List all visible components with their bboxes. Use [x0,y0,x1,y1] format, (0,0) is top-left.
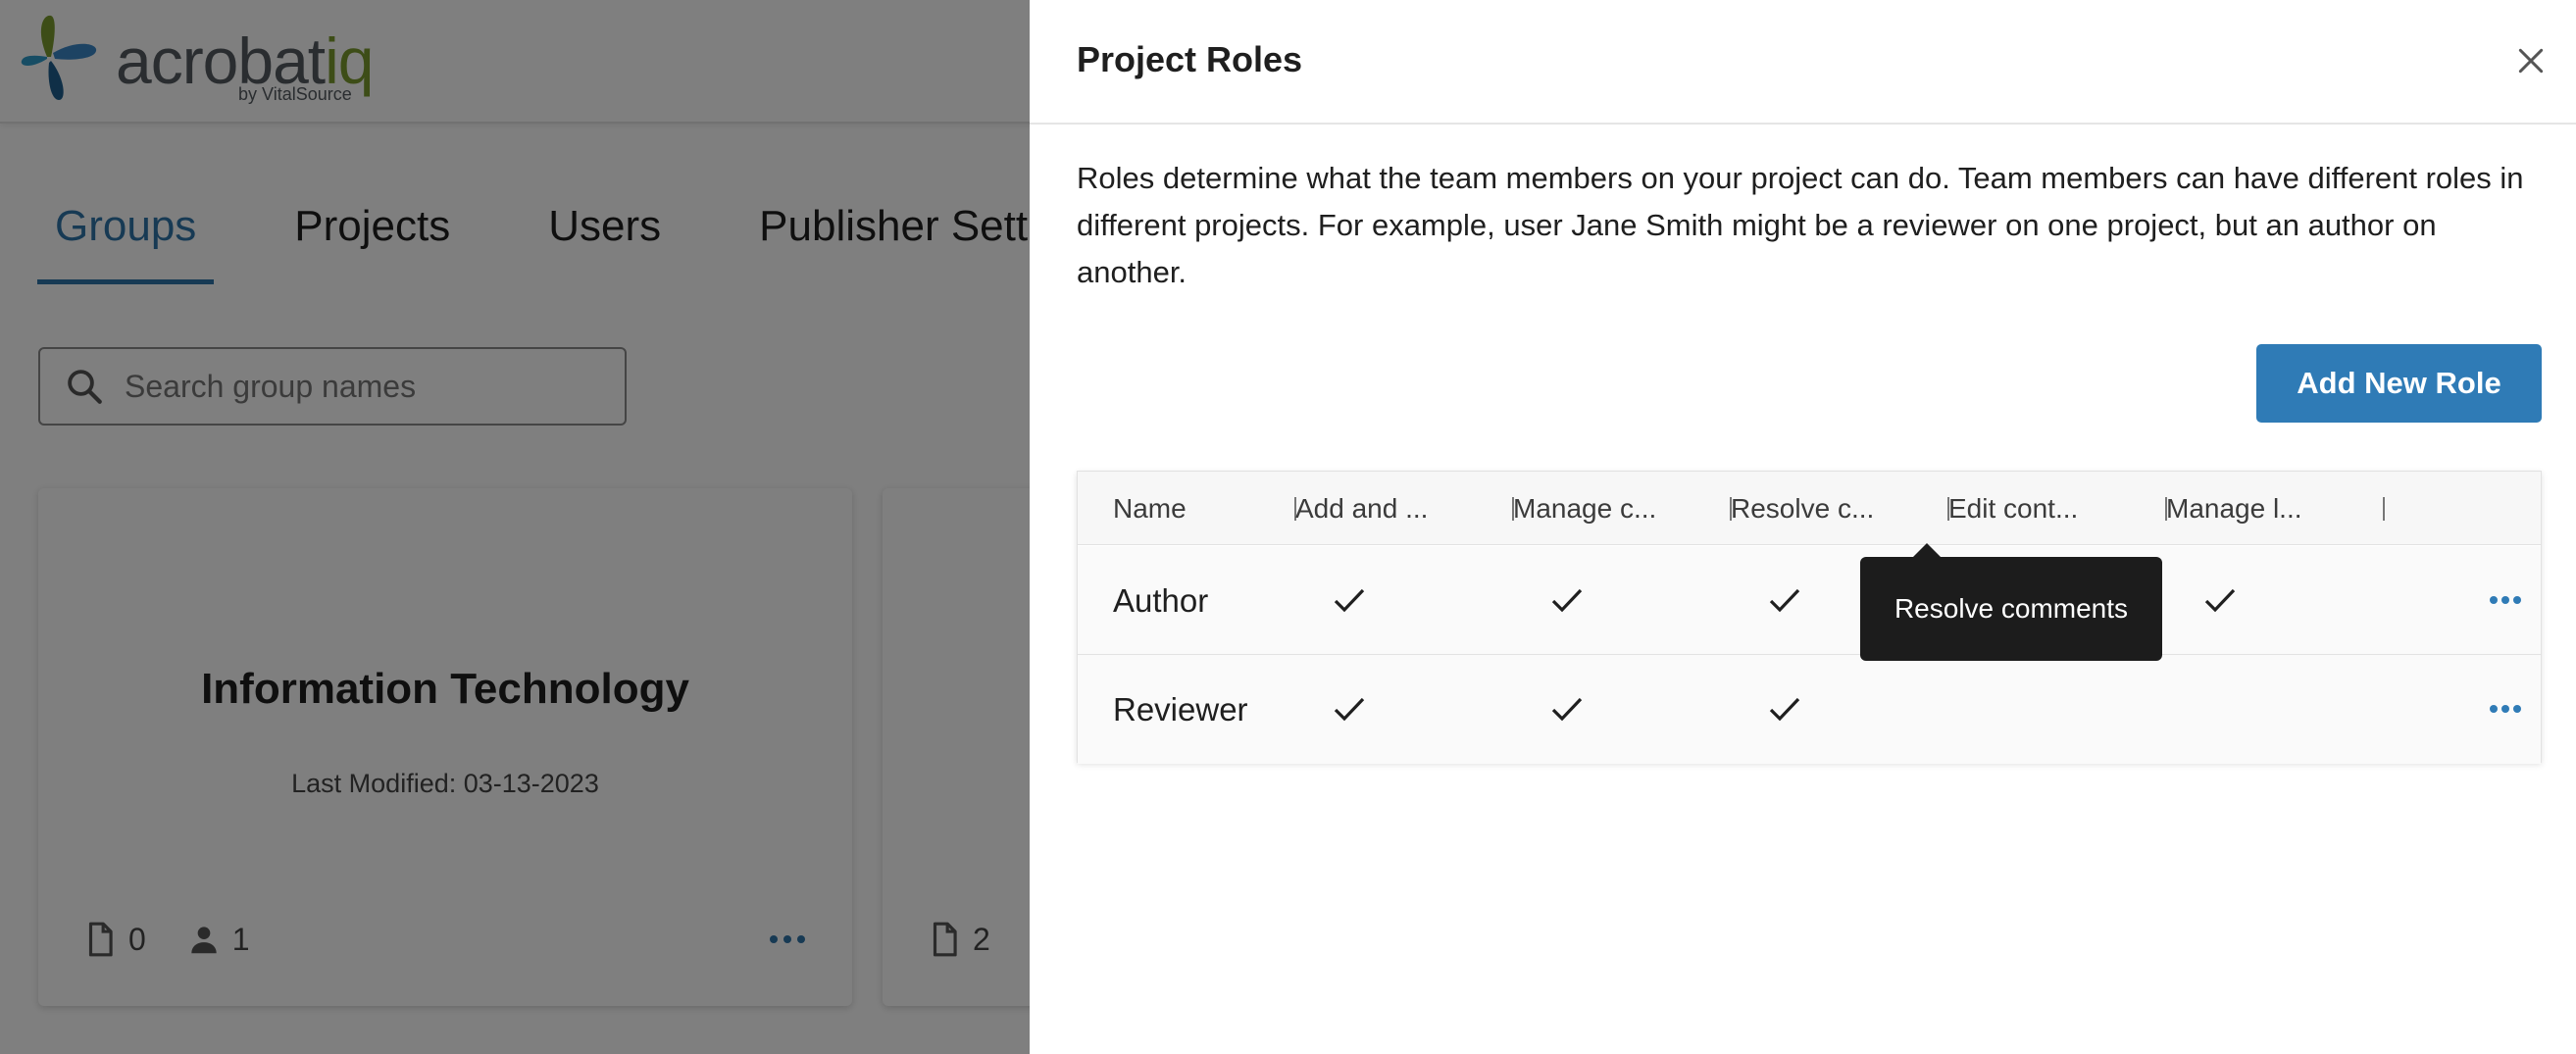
table-row[interactable]: Author [1078,546,2541,655]
role-name: Reviewer [1113,691,1248,728]
check-icon [1769,588,1800,613]
drawer-description: Roles determine what the team members on… [1077,161,2524,289]
check-icon [1769,697,1800,722]
add-new-role-button[interactable]: Add New Role [2256,344,2542,423]
column-header-resolve-c[interactable]: Resolve c... [1695,472,1874,545]
column-header-name[interactable]: Name [1078,472,1187,545]
more-horizontal-icon[interactable] [2488,698,2523,720]
check-icon [1334,588,1365,613]
check-icon [2204,588,2236,613]
column-header-add-and[interactable]: Add and ... [1260,472,1428,545]
check-icon [1551,588,1583,613]
table-header: Name Add and ... Manage c... Resolve c..… [1078,472,2541,545]
drawer-header: Project Roles [1030,0,2576,125]
check-icon [1334,697,1365,722]
column-header-manage-c[interactable]: Manage c... [1478,472,1656,545]
project-roles-drawer: Project Roles Roles determine what the t… [1030,0,2576,1054]
roles-table: Name Add and ... Manage c... Resolve c..… [1077,471,2542,764]
tooltip: Resolve comments [1860,543,2162,661]
column-header-edit-cont[interactable]: Edit cont... [1913,472,2078,545]
role-name: Author [1113,582,1209,619]
column-header-manage-l[interactable]: Manage l... [2131,472,2302,545]
column-resize-handle[interactable] [2383,497,2385,521]
check-icon [1551,697,1583,722]
close-icon [2518,48,2544,74]
close-button[interactable] [2507,37,2554,84]
drawer-title: Project Roles [1077,39,1303,79]
more-horizontal-icon[interactable] [2488,589,2523,611]
table-row[interactable]: Reviewer [1078,655,2541,764]
